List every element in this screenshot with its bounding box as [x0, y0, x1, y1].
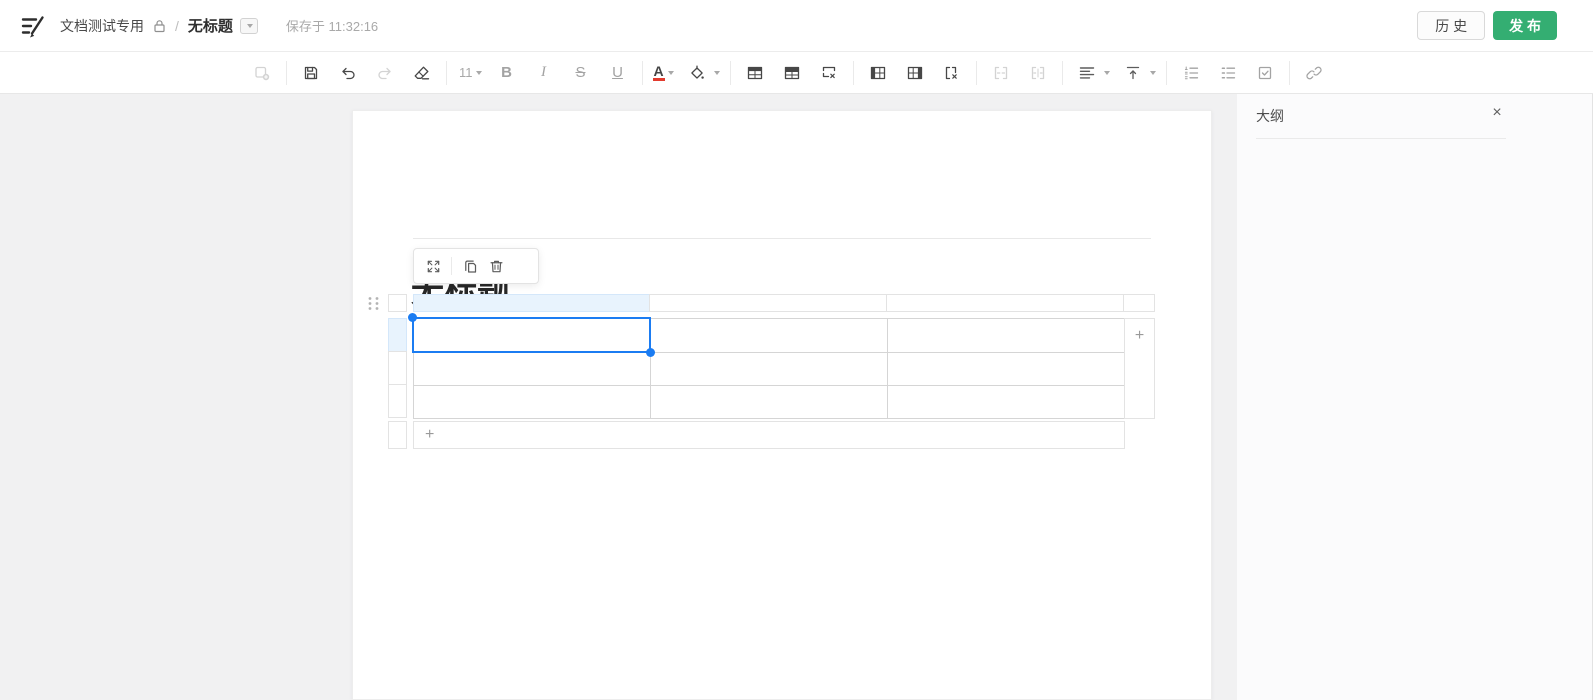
- text-color-icon: A: [653, 64, 665, 81]
- font-size-value: 11: [459, 65, 473, 80]
- underline-icon[interactable]: U: [604, 59, 632, 87]
- drag-handle-icon[interactable]: [366, 295, 381, 317]
- delete-row-icon[interactable]: [815, 59, 843, 87]
- italic-icon[interactable]: I: [530, 59, 558, 87]
- toolbar-separator: [730, 61, 731, 85]
- row-indicator-3[interactable]: [388, 384, 407, 418]
- fill-color-icon: [683, 59, 711, 87]
- table-cell[interactable]: [651, 319, 888, 353]
- plus-icon: +: [1135, 328, 1144, 418]
- task-list-icon[interactable]: [1251, 59, 1279, 87]
- copy-icon[interactable]: [457, 253, 483, 279]
- document-title[interactable]: 无标题: [188, 15, 233, 36]
- delete-column-icon[interactable]: [938, 59, 966, 87]
- plus-icon: +: [425, 426, 434, 444]
- align-button[interactable]: [1073, 59, 1110, 87]
- breadcrumb-separator: /: [175, 18, 179, 34]
- vertical-align-top-icon: [1119, 59, 1147, 87]
- table-cell[interactable]: [414, 319, 651, 353]
- selection-handle[interactable]: [646, 348, 655, 357]
- row-indicator-add[interactable]: [388, 421, 407, 449]
- publish-button[interactable]: 发 布: [1493, 11, 1557, 40]
- table-cell[interactable]: [414, 386, 651, 419]
- table-cell[interactable]: [651, 353, 888, 386]
- trash-icon[interactable]: [483, 253, 509, 279]
- document-menu-caret-icon: [247, 24, 253, 28]
- insert-column-right-icon[interactable]: [901, 59, 929, 87]
- link-icon[interactable]: [1300, 59, 1328, 87]
- toolbar-separator: [976, 61, 977, 85]
- vertical-align-caret-icon: [1150, 71, 1156, 75]
- text-color-caret-icon: [668, 71, 674, 75]
- align-left-icon: [1073, 59, 1101, 87]
- selection-handle[interactable]: [408, 313, 417, 322]
- column-indicator-2[interactable]: [649, 294, 887, 312]
- table-float-toolbar: [413, 248, 539, 284]
- expand-icon[interactable]: [420, 253, 446, 279]
- outline-title: 大纲: [1256, 106, 1284, 126]
- table-cell[interactable]: [414, 353, 651, 386]
- strikethrough-icon[interactable]: S: [567, 59, 595, 87]
- insert-column-left-icon[interactable]: [864, 59, 892, 87]
- clear-format-icon[interactable]: [408, 59, 436, 87]
- column-indicator-1[interactable]: [413, 294, 650, 312]
- text-color-button[interactable]: A: [653, 64, 674, 81]
- toolbar-separator: [853, 61, 854, 85]
- add-row-button[interactable]: +: [413, 421, 1125, 449]
- outline-divider: [1256, 138, 1506, 139]
- font-size-caret-icon: [476, 71, 482, 75]
- title-divider: [413, 238, 1151, 239]
- float-toolbar-separator: [451, 257, 452, 275]
- toolbar-separator: [642, 61, 643, 85]
- lock-icon: [153, 19, 166, 33]
- save-icon[interactable]: [297, 59, 325, 87]
- row-indicator-2[interactable]: [388, 351, 407, 385]
- topbar: 文档测试专用 / 无标题 保存于 11:32:16 历 史 发 布: [0, 0, 1593, 52]
- undo-icon[interactable]: [334, 59, 362, 87]
- align-caret-icon: [1104, 71, 1110, 75]
- bullet-list-icon[interactable]: [1214, 59, 1242, 87]
- fill-color-button[interactable]: [683, 59, 720, 87]
- toolbar-separator: [1289, 61, 1290, 85]
- save-status: 保存于 11:32:16: [286, 16, 378, 35]
- table: [413, 318, 1125, 419]
- document-page[interactable]: 无标题: [352, 110, 1212, 700]
- insert-image-icon: [248, 59, 276, 87]
- app-logo-icon[interactable]: [20, 13, 46, 39]
- column-indicator-3[interactable]: [886, 294, 1124, 312]
- outline-panel: 大纲 ×: [1237, 94, 1593, 700]
- close-icon[interactable]: ×: [1486, 102, 1508, 124]
- insert-row-above-icon[interactable]: [741, 59, 769, 87]
- history-button[interactable]: 历 史: [1417, 11, 1485, 40]
- bold-icon[interactable]: B: [493, 59, 521, 87]
- split-cells-icon: [1024, 59, 1052, 87]
- toolbar-separator: [286, 61, 287, 85]
- table-select-all-corner[interactable]: [388, 294, 407, 312]
- table-cell[interactable]: [888, 319, 1125, 353]
- document-menu-button[interactable]: [240, 18, 258, 34]
- ordered-list-icon[interactable]: [1177, 59, 1205, 87]
- workspace-name[interactable]: 文档测试专用: [60, 16, 144, 36]
- row-indicator-1[interactable]: [388, 318, 407, 352]
- toolbar-separator: [446, 61, 447, 85]
- column-indicator-add[interactable]: [1123, 294, 1155, 312]
- format-toolbar: 11 B I S U A: [0, 52, 1593, 94]
- vertical-align-button[interactable]: [1119, 59, 1156, 87]
- add-column-button[interactable]: +: [1124, 318, 1155, 419]
- redo-icon: [371, 59, 399, 87]
- toolbar-separator: [1062, 61, 1063, 85]
- insert-row-below-icon[interactable]: [778, 59, 806, 87]
- merge-cells-icon: [987, 59, 1015, 87]
- font-size-select[interactable]: 11: [457, 65, 484, 80]
- fill-color-caret-icon: [714, 71, 720, 75]
- table-cell[interactable]: [888, 386, 1125, 419]
- table-cell[interactable]: [651, 386, 888, 419]
- table-cell[interactable]: [888, 353, 1125, 386]
- toolbar-separator: [1166, 61, 1167, 85]
